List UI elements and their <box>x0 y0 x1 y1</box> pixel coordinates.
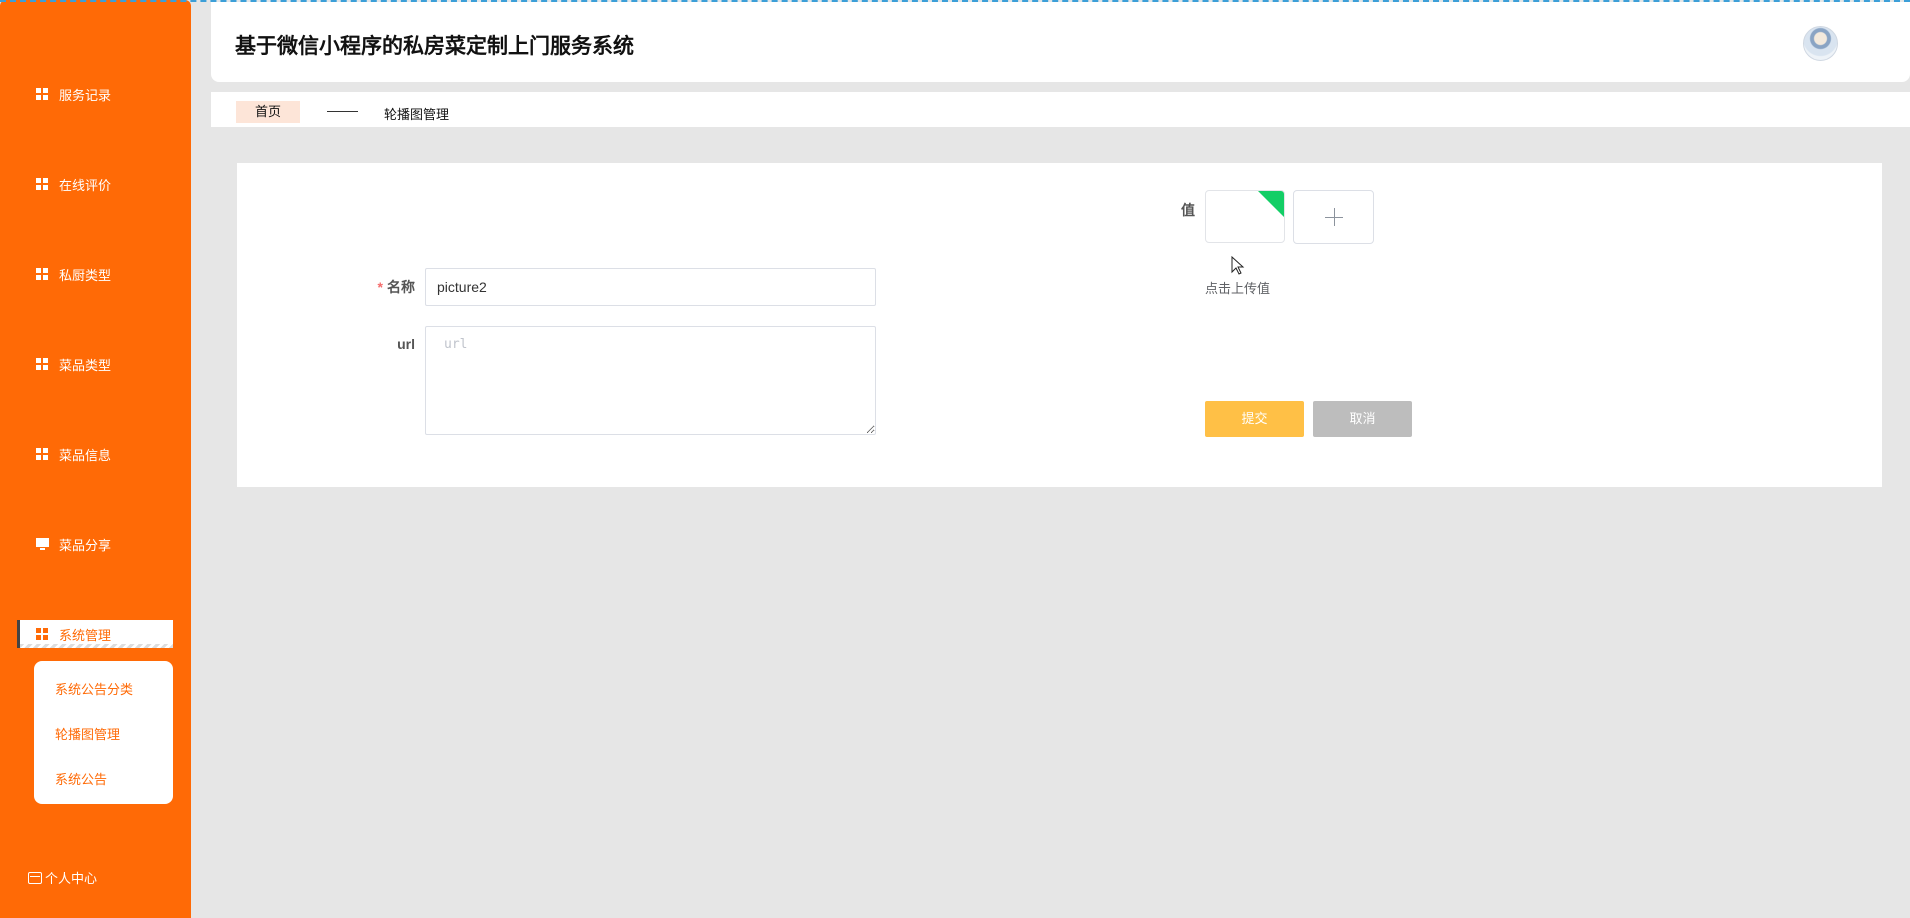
carousel-edit-form: *名称 url 值 点击上传值 提交 取消 <box>237 163 1882 487</box>
upload-success-badge <box>1258 191 1284 217</box>
grid-icon <box>36 267 49 281</box>
sidebar-item-dish-info[interactable]: 菜品信息 <box>36 442 111 466</box>
sidebar-item-label: 服务记录 <box>59 87 112 103</box>
sidebar-item-label: 在线评价 <box>59 177 112 193</box>
value-label: 值 <box>1181 202 1195 218</box>
grid-icon <box>36 87 49 101</box>
upload-button[interactable] <box>1293 190 1374 244</box>
grid-icon <box>36 627 49 641</box>
name-label-text: 名称 <box>387 279 415 295</box>
sidebar-item-label: 菜品类型 <box>59 357 112 373</box>
grid-icon <box>36 447 49 461</box>
breadcrumb-separator <box>327 111 358 112</box>
sidebar: 服务记录 在线评价 私厨类型 菜品类型 菜品信息 菜品分享 系统管理 系统公告分… <box>0 0 191 918</box>
sidebar-item-dish-types[interactable]: 菜品类型 <box>36 352 111 376</box>
name-input[interactable] <box>425 268 876 306</box>
required-mark: * <box>377 279 383 295</box>
profile-icon <box>28 871 42 884</box>
submenu-item-system-notice[interactable]: 系统公告 <box>55 769 107 788</box>
uploaded-image-thumbnail[interactable] <box>1205 190 1285 243</box>
profile-label: 个人中心 <box>45 871 98 886</box>
sidebar-item-service-records[interactable]: 服务记录 <box>36 82 111 106</box>
breadcrumb: 首页 轮播图管理 <box>211 92 1910 127</box>
submenu-item-carousel-management[interactable]: 轮播图管理 <box>55 724 120 743</box>
sidebar-item-label: 系统管理 <box>59 627 112 643</box>
breadcrumb-current: 轮播图管理 <box>384 107 450 122</box>
top-border <box>0 0 1910 2</box>
name-label: * 名称 <box>317 277 415 297</box>
plus-icon-vertical <box>1334 208 1335 226</box>
submenu-system-management: 系统公告分类 轮播图管理 系统公告 <box>34 661 173 804</box>
url-label: url <box>397 336 415 352</box>
avatar[interactable] <box>1803 26 1838 61</box>
grid-icon <box>36 357 49 371</box>
grid-icon <box>36 177 49 191</box>
breadcrumb-home[interactable]: 首页 <box>236 101 300 123</box>
mouse-cursor-icon <box>1231 256 1245 275</box>
url-textarea[interactable] <box>425 326 876 435</box>
sidebar-item-label: 菜品分享 <box>59 537 112 553</box>
header: 基于微信小程序的私房菜定制上门服务系统 <box>211 2 1910 82</box>
sidebar-item-system-management[interactable]: 系统管理 <box>17 620 173 648</box>
sidebar-item-chef-types[interactable]: 私厨类型 <box>36 262 111 286</box>
sidebar-item-profile[interactable]: 个人中心 <box>28 868 97 887</box>
sidebar-item-dish-share[interactable]: 菜品分享 <box>36 532 111 556</box>
sidebar-item-label: 菜品信息 <box>59 447 112 463</box>
cancel-button[interactable]: 取消 <box>1313 401 1412 437</box>
monitor-icon <box>36 537 49 551</box>
sidebar-item-label: 私厨类型 <box>59 267 112 283</box>
app-title: 基于微信小程序的私房菜定制上门服务系统 <box>235 35 634 58</box>
upload-hint: 点击上传值 <box>1205 281 1271 296</box>
sidebar-item-online-reviews[interactable]: 在线评价 <box>36 172 111 196</box>
submenu-item-notice-category[interactable]: 系统公告分类 <box>55 679 133 698</box>
submit-button[interactable]: 提交 <box>1205 401 1304 437</box>
